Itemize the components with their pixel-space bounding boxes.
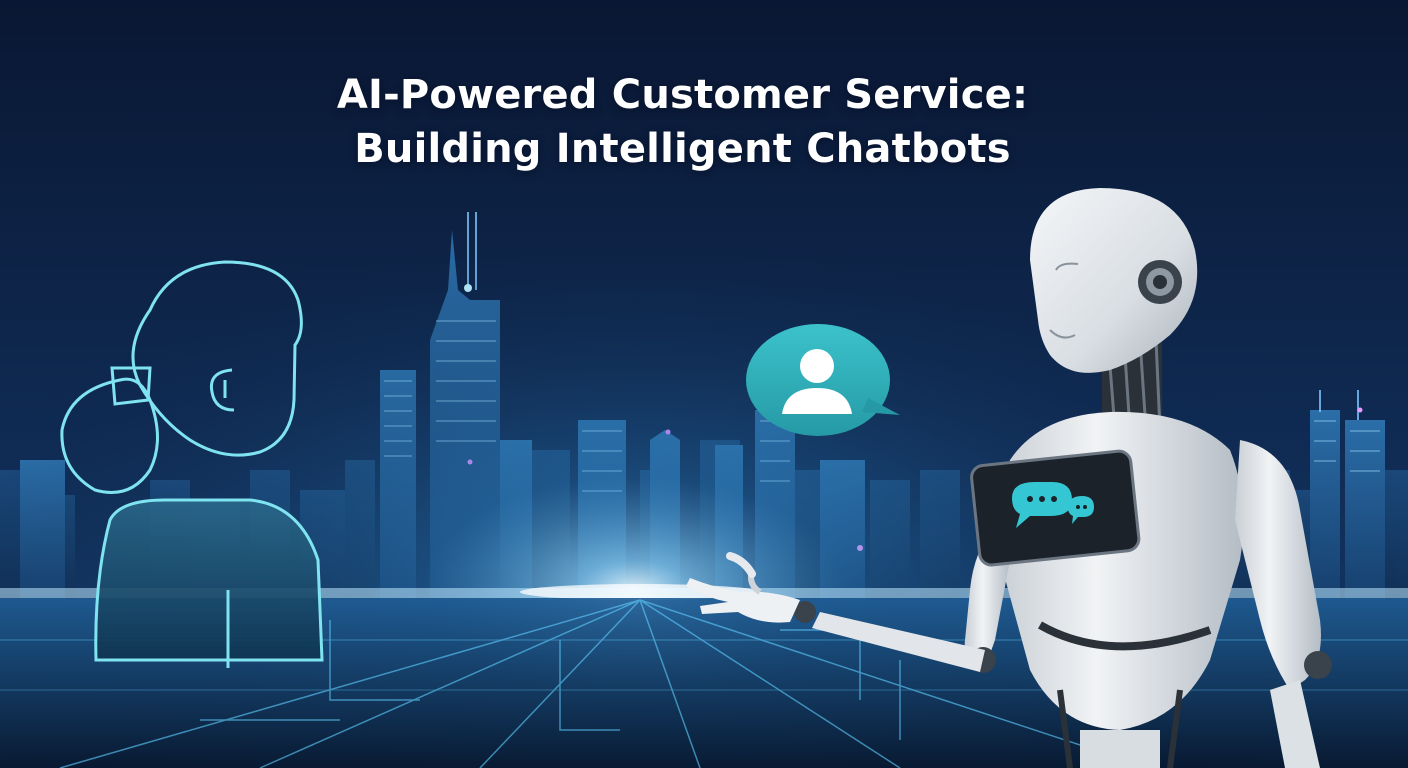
page-title: AI-Powered Customer Service: Building In… (0, 68, 1365, 176)
title-line-1: AI-Powered Customer Service: (336, 72, 1029, 118)
title-line-2: Building Intelligent Chatbots (354, 126, 1011, 172)
hero-banner: AI-Powered Customer Service: Building In… (0, 0, 1408, 768)
